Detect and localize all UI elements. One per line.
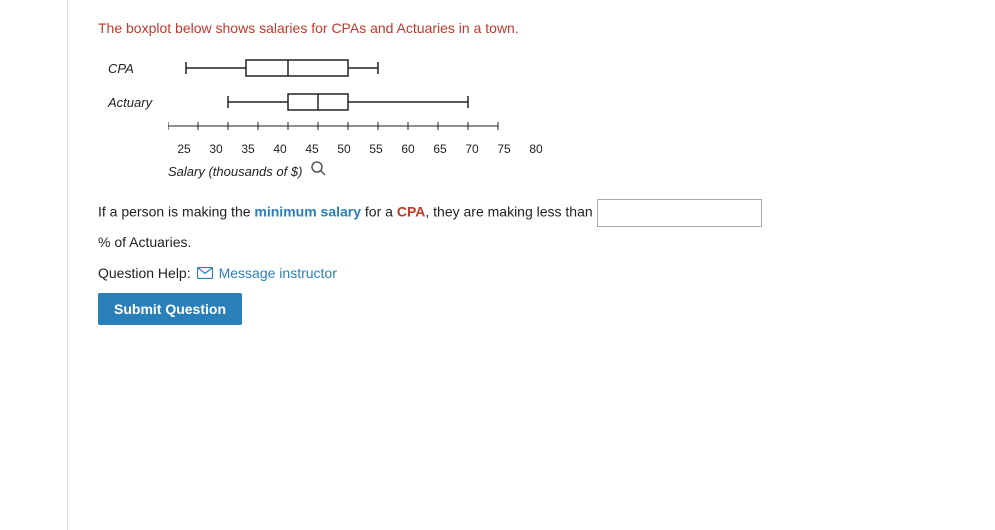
tick-30: 30 [200, 142, 232, 156]
mail-icon [197, 267, 213, 279]
message-instructor-link[interactable]: Message instructor [219, 265, 337, 281]
question-help-row: Question Help: Message instructor [98, 265, 965, 281]
intro-text: The boxplot below shows salaries for CPA… [98, 20, 965, 36]
tick-45: 45 [296, 142, 328, 156]
submit-button[interactable]: Submit Question [98, 293, 242, 325]
tick-75: 75 [488, 142, 520, 156]
cpa-boxplot [168, 54, 508, 82]
intro-sentence: The boxplot below shows salaries for CPA… [98, 20, 519, 36]
cpa-highlight: CPA [397, 204, 426, 220]
actuary-boxplot [168, 88, 508, 116]
percent-text: % of Actuaries. [98, 231, 965, 253]
axis-svg [168, 122, 528, 142]
question-help-label: Question Help: [98, 265, 191, 281]
main-content: The boxplot below shows salaries for CPA… [68, 0, 995, 530]
axis-label: Salary (thousands of $) [168, 164, 302, 179]
left-sidebar [0, 0, 68, 530]
axis-numbers: 25 30 35 40 45 50 55 60 65 70 75 80 [168, 142, 965, 156]
zoom-icon[interactable] [310, 160, 326, 179]
tick-25: 25 [168, 142, 200, 156]
tick-50: 50 [328, 142, 360, 156]
answer-input[interactable] [597, 199, 762, 227]
tick-40: 40 [264, 142, 296, 156]
question-section: If a person is making the minimum salary… [98, 199, 965, 253]
actuary-label: Actuary [108, 95, 168, 110]
tick-65: 65 [424, 142, 456, 156]
tick-55: 55 [360, 142, 392, 156]
tick-60: 60 [392, 142, 424, 156]
tick-35: 35 [232, 142, 264, 156]
cpa-label: CPA [108, 61, 168, 76]
question-text-before: If a person is making the minimum salary… [98, 204, 597, 220]
tick-80: 80 [520, 142, 552, 156]
tick-70: 70 [456, 142, 488, 156]
chart-area: CPA [98, 54, 965, 179]
minimum-highlight: minimum salary [254, 204, 361, 220]
